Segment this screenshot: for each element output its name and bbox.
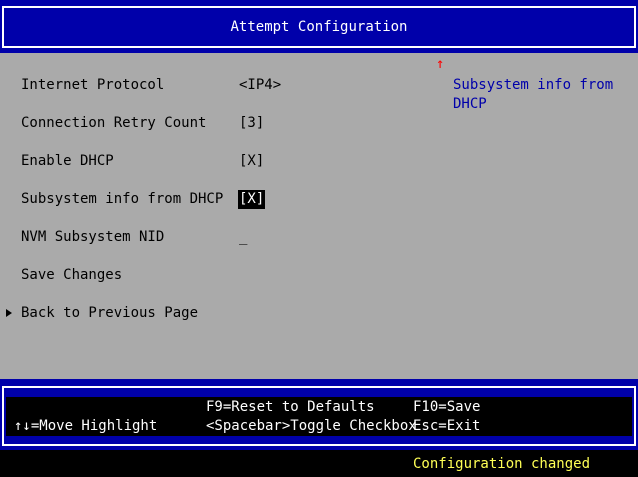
save-hint: F10=Save	[413, 399, 481, 415]
key-help-panel: ↑↓=Move Highlight F9=Reset to Defaults <…	[0, 379, 638, 450]
back-to-previous-page-label: Back to Previous Page	[21, 305, 199, 321]
subsystem-info-from-dhcp-checkbox[interactable]: [X]	[238, 190, 266, 209]
nvm-subsystem-nid-input[interactable]: _	[239, 228, 247, 247]
form-area: Internet Protocol <IP4> Connection Retry…	[0, 53, 638, 379]
toggle-checkbox-hint: <Spacebar>Toggle Checkbox	[206, 418, 417, 434]
bios-screen: Attempt Configuration Internet Protocol …	[0, 0, 638, 477]
status-bar: Configuration changed	[0, 450, 638, 477]
exit-hint: Esc=Exit	[413, 418, 481, 434]
menu-item-save-changes[interactable]: Save Changes	[0, 266, 430, 285]
reset-defaults-hint: F9=Reset to Defaults	[206, 399, 375, 415]
menu-item-back-to-previous-page[interactable]: Back to Previous Page	[0, 304, 430, 323]
key-help-box: ↑↓=Move Highlight F9=Reset to Defaults <…	[6, 397, 632, 436]
enable-dhcp-label: Enable DHCP	[21, 153, 114, 169]
scroll-up-arrow-icon: ↑	[436, 56, 445, 72]
save-changes-label: Save Changes	[21, 267, 123, 283]
title-bar: Attempt Configuration	[0, 0, 638, 53]
submenu-pointer-icon	[6, 309, 12, 317]
nvm-subsystem-nid-label: NVM Subsystem NID	[21, 229, 165, 245]
move-highlight-hint: ↑↓=Move Highlight	[14, 418, 158, 434]
menu-item-internet-protocol[interactable]: Internet Protocol <IP4>	[0, 76, 430, 95]
menu-item-subsystem-info-from-dhcp[interactable]: Subsystem info from DHCP [X]	[0, 190, 430, 209]
enable-dhcp-checkbox[interactable]: [X]	[239, 152, 264, 171]
internet-protocol-label: Internet Protocol	[21, 77, 165, 93]
menu-item-connection-retry-count[interactable]: Connection Retry Count [3]	[0, 114, 430, 133]
connection-retry-count-label: Connection Retry Count	[21, 115, 207, 131]
menu-item-enable-dhcp[interactable]: Enable DHCP [X]	[0, 152, 430, 171]
subsystem-info-from-dhcp-label: Subsystem info from DHCP	[21, 191, 224, 207]
internet-protocol-value[interactable]: <IP4>	[239, 76, 281, 95]
status-message: Configuration changed	[413, 456, 591, 472]
page-title: Attempt Configuration	[230, 19, 408, 35]
connection-retry-count-value[interactable]: [3]	[239, 114, 264, 133]
help-text: Subsystem info from DHCP	[453, 77, 614, 112]
menu-item-nvm-subsystem-nid[interactable]: NVM Subsystem NID _	[0, 228, 430, 247]
